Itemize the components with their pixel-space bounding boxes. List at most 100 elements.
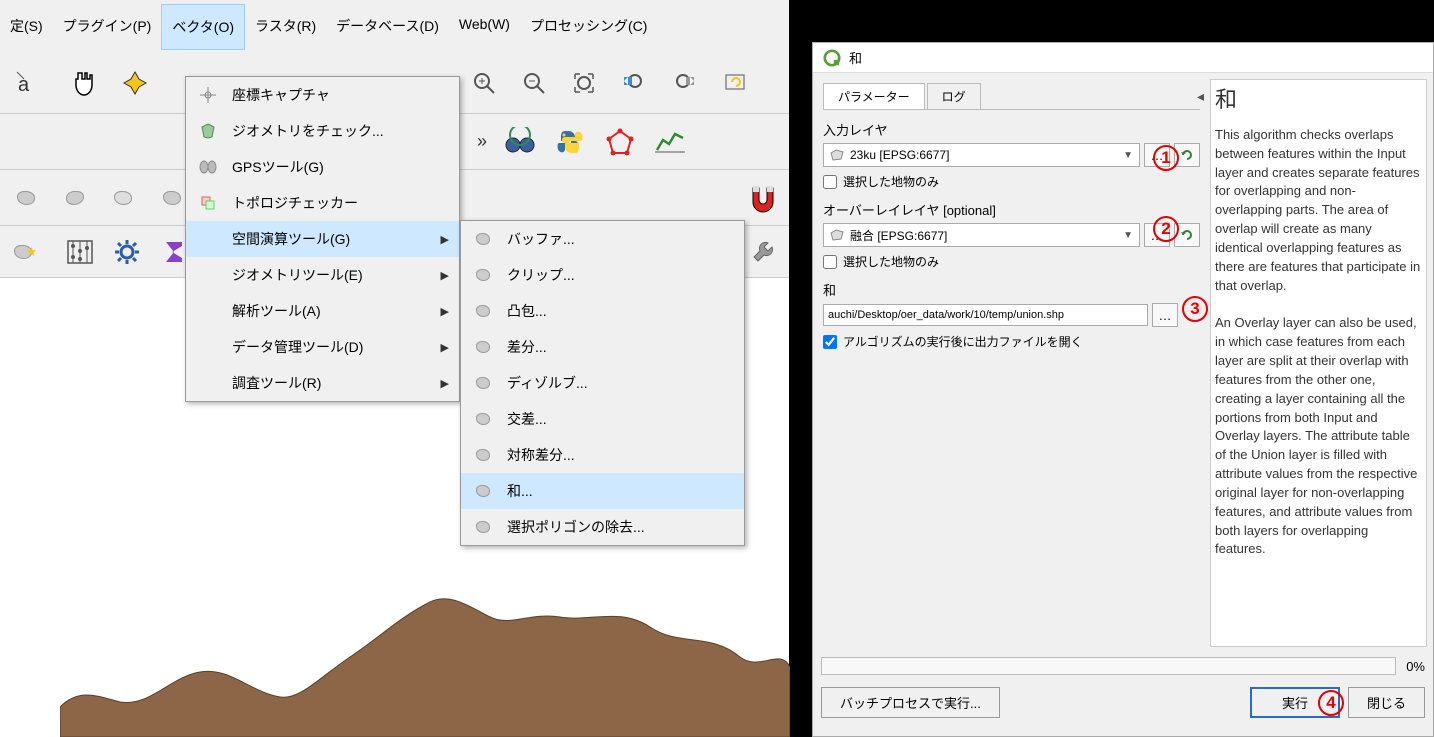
submenu-convexhull[interactable]: 凸包... <box>461 293 744 329</box>
selected-only-1-checkbox[interactable] <box>823 175 837 189</box>
submenu-dissolve[interactable]: ディゾルブ... <box>461 365 744 401</box>
submenu-eliminate[interactable]: 選択ポリゴンの除去... <box>461 509 744 545</box>
menu-research-tools[interactable]: 調査ツール(R) ▶ <box>186 365 459 401</box>
intersect-icon <box>471 409 495 429</box>
overlay-layer-combo[interactable]: 融合 [EPSG:6677] ▼ <box>823 223 1140 247</box>
selected-only-2-checkbox[interactable] <box>823 255 837 269</box>
tool-abacus[interactable] <box>58 228 103 276</box>
menu-database[interactable]: データベース(D) <box>326 4 449 50</box>
progress-row: 0% <box>813 653 1433 679</box>
output-path-input[interactable] <box>823 304 1148 326</box>
menu-coord-capture[interactable]: 座標キャプチャ <box>186 77 459 113</box>
map-canvas-shape <box>60 577 790 737</box>
tool-zoom-last[interactable] <box>611 60 659 108</box>
annotation-4: 4 <box>1318 690 1344 716</box>
menu-vector[interactable]: ベクタ(O) <box>161 4 245 50</box>
menu-label: 調査ツール(R) <box>232 373 321 393</box>
tool-binoculars[interactable] <box>496 118 544 166</box>
tool-pan-selection[interactable] <box>111 60 159 108</box>
checkbox-label: アルゴリズムの実行後に出力ファイルを開く <box>843 333 1083 350</box>
tool-edit-a[interactable]: a <box>3 60 51 108</box>
menu-geom-check[interactable]: ジオメトリをチェック... <box>186 113 459 149</box>
tool-pan[interactable] <box>61 60 109 108</box>
close-button[interactable]: 閉じる <box>1348 687 1425 718</box>
submenu-intersect[interactable]: 交差... <box>461 401 744 437</box>
input-layer-label: 入力レイヤ <box>823 120 1200 139</box>
menu-label: 解析ツール(A) <box>232 301 321 321</box>
menu-web[interactable]: Web(W) <box>449 4 520 50</box>
tool-zoom-in[interactable] <box>461 60 509 108</box>
annotation-2: 2 <box>1153 216 1179 242</box>
tool-zoom-full[interactable] <box>561 60 609 108</box>
tool-topology[interactable] <box>596 118 644 166</box>
menu-label: ジオメトリをチェック... <box>232 121 384 141</box>
open-after-checkbox[interactable] <box>823 335 837 349</box>
polygon-layer-icon <box>830 149 844 161</box>
menu-gps[interactable]: GPSツール(G) <box>186 149 459 185</box>
chevron-right-icon: ▶ <box>441 341 449 354</box>
blank-icon <box>196 373 220 393</box>
menu-label: 凸包... <box>507 301 547 321</box>
output-browse[interactable]: … <box>1152 303 1178 327</box>
progress-percent: 0% <box>1406 659 1425 674</box>
tool-poly1[interactable] <box>3 174 50 222</box>
menu-topo-check[interactable]: トポロジチェッカー <box>186 185 459 221</box>
chevron-right-icon: ▶ <box>441 233 449 246</box>
output-label: 和 <box>823 280 1200 299</box>
tool-zoom-out[interactable] <box>511 60 559 108</box>
open-after-row[interactable]: アルゴリズムの実行後に出力ファイルを開く <box>823 333 1200 350</box>
menu-processing[interactable]: プロセッシング(C) <box>520 4 657 50</box>
submenu-difference[interactable]: 差分... <box>461 329 744 365</box>
tool-poly2[interactable] <box>52 174 99 222</box>
tool-poly3[interactable] <box>100 174 147 222</box>
checkbox-label: 選択した地物のみ <box>843 173 939 190</box>
tool-magnet[interactable] <box>739 174 786 222</box>
tab-parameters[interactable]: パラメーター <box>823 83 925 109</box>
menu-analysis-tools[interactable]: 解析ツール(A) ▶ <box>186 293 459 329</box>
dialog-title: 和 <box>849 48 862 67</box>
tool-poly-star[interactable]: ★ <box>3 228 48 276</box>
menu-plugin[interactable]: プラグイン(P) <box>53 4 162 50</box>
menu-data-mgmt[interactable]: データ管理ツール(D) ▶ <box>186 329 459 365</box>
tool-refresh[interactable] <box>711 60 759 108</box>
menu-geometry-tools[interactable]: ジオメトリツール(E) ▶ <box>186 257 459 293</box>
tool-python[interactable] <box>546 118 594 166</box>
clip-icon <box>471 265 495 285</box>
tab-log[interactable]: ログ <box>927 83 981 109</box>
selected-only-1[interactable]: 選択した地物のみ <box>823 173 1200 190</box>
union-icon <box>471 481 495 501</box>
submenu-union[interactable]: 和... <box>461 473 744 509</box>
svg-text:a: a <box>18 74 30 96</box>
menubar: 定(S) プラグイン(P) ベクタ(O) ラスタ(R) データベース(D) We… <box>0 0 789 54</box>
topo-icon <box>196 193 220 213</box>
dialog-titlebar: 和 <box>813 43 1433 73</box>
menu-geoprocessing[interactable]: 空間演算ツール(G) ▶ <box>186 221 459 257</box>
submenu-buffer[interactable]: バッファ... <box>461 221 744 257</box>
submenu-clip[interactable]: クリップ... <box>461 257 744 293</box>
chevron-right-icon: ▶ <box>441 377 449 390</box>
tool-gear-blue[interactable] <box>105 228 150 276</box>
shield-icon <box>196 121 220 141</box>
tool-wrench[interactable] <box>741 228 786 276</box>
blank-icon <box>196 265 220 285</box>
menu-settings[interactable]: 定(S) <box>0 4 53 50</box>
input-layer-combo[interactable]: 23ku [EPSG:6677] ▼ <box>823 143 1140 167</box>
qgis-icon <box>823 49 841 67</box>
combo-value: 融合 [EPSG:6677] <box>850 227 947 244</box>
menu-label: ジオメトリツール(E) <box>232 265 363 285</box>
menu-label: 差分... <box>507 337 547 357</box>
progress-bar <box>821 657 1396 675</box>
selected-only-2[interactable]: 選択した地物のみ <box>823 253 1200 270</box>
checkbox-label: 選択した地物のみ <box>843 253 939 270</box>
buffer-icon <box>471 229 495 249</box>
blank-icon <box>196 337 220 357</box>
tool-stats[interactable] <box>646 118 694 166</box>
collapse-arrow-icon[interactable]: ◂ <box>1197 86 1204 106</box>
menu-label: 対称差分... <box>507 445 575 465</box>
menu-label: ディゾルブ... <box>507 373 588 393</box>
menu-raster[interactable]: ラスタ(R) <box>245 4 326 50</box>
tool-zoom-next[interactable] <box>661 60 709 108</box>
batch-button[interactable]: バッチプロセスで実行... <box>821 687 1000 718</box>
submenu-symdiff[interactable]: 対称差分... <box>461 437 744 473</box>
menu-label: GPSツール(G) <box>232 157 324 177</box>
